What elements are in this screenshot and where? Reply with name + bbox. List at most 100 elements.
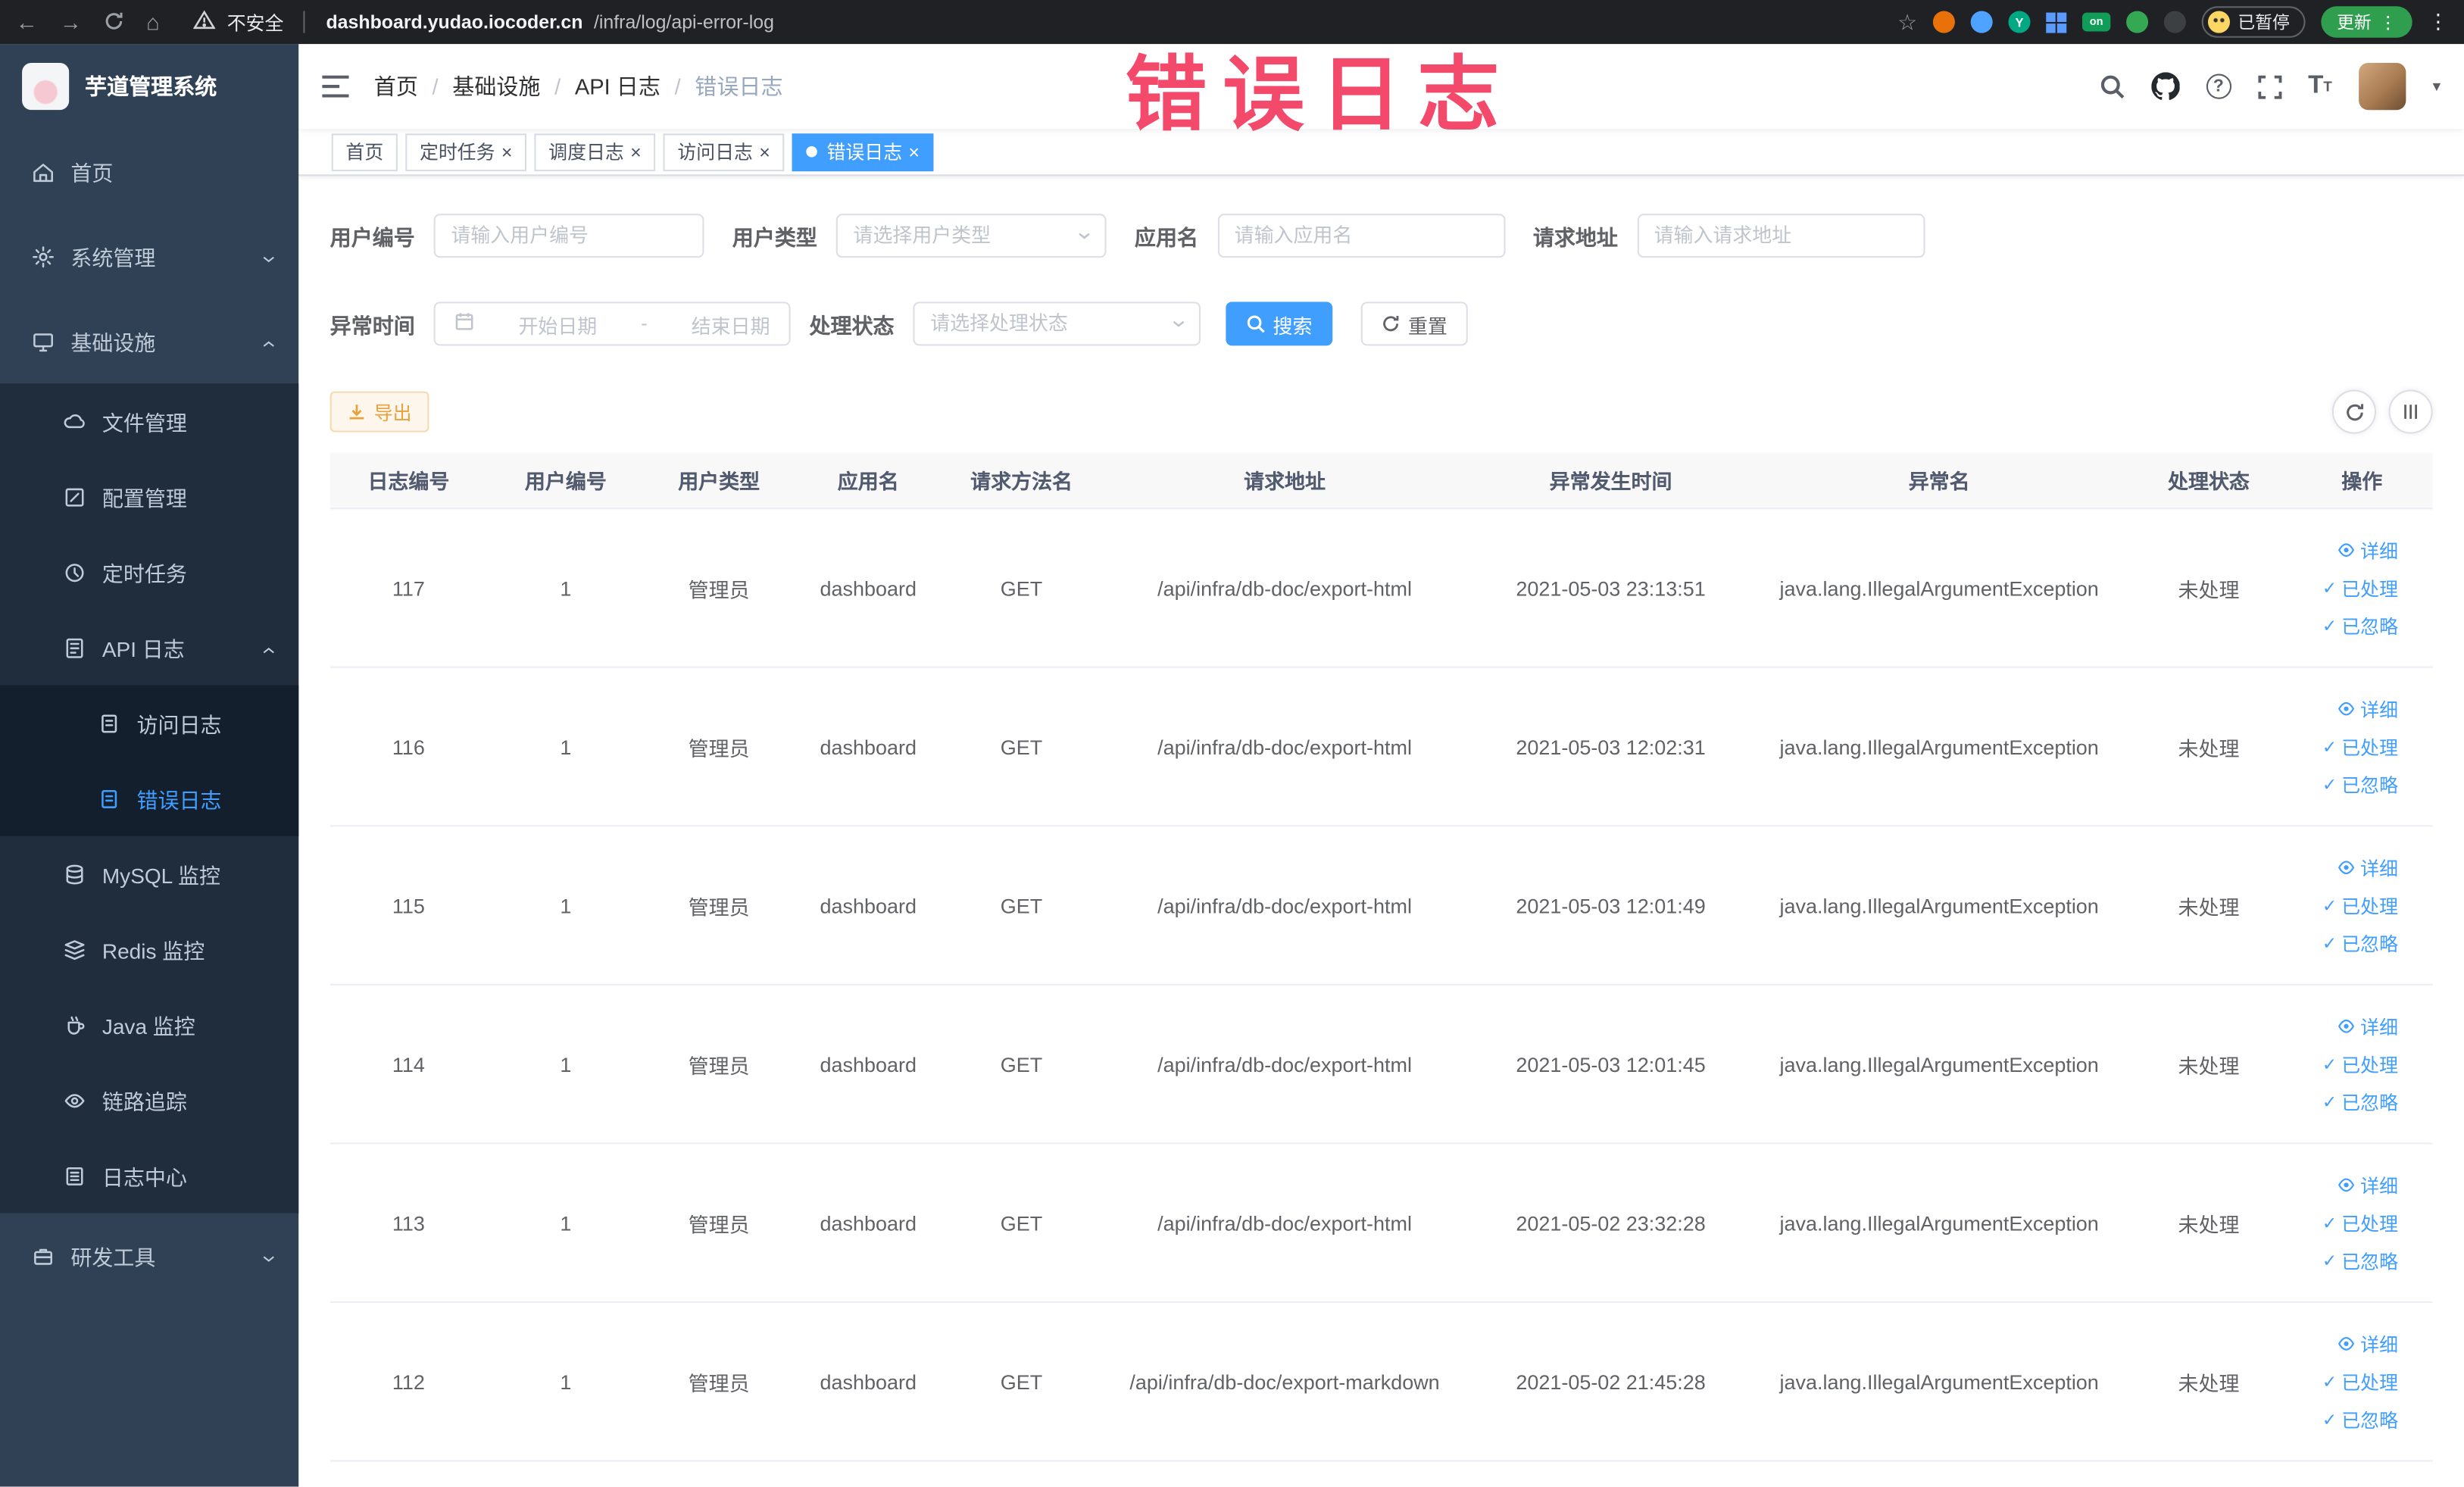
detail-link[interactable]: 详细 [2337, 854, 2398, 881]
check-icon: ✓ [2322, 1214, 2338, 1233]
search-icon[interactable] [2099, 74, 2124, 99]
tab-dispatch-log[interactable]: 调度日志 × [534, 133, 656, 171]
mark-processed-link[interactable]: ✓ 已处理 [2322, 1209, 2398, 1236]
extension-grid-icon[interactable] [2046, 11, 2067, 33]
browser-home-icon[interactable]: ⌂ [146, 11, 160, 33]
detail-link[interactable]: 详细 [2337, 1330, 2398, 1357]
mark-ignored-link[interactable]: ✓ 已忽略 [2322, 771, 2398, 798]
browser-back-icon[interactable]: ← [16, 11, 38, 33]
sidebar-item-home[interactable]: 首页 [0, 129, 298, 214]
browser-update-button[interactable]: 更新 ⋮ [2321, 6, 2412, 38]
check-icon: ✓ [2322, 1092, 2338, 1112]
cell-app-name: dashboard [820, 1211, 917, 1235]
close-icon[interactable]: × [501, 142, 513, 161]
app-name-input[interactable] [1216, 214, 1505, 258]
sidebar-item-access-log[interactable]: 访问日志 [0, 686, 298, 761]
extension-icon[interactable] [2126, 11, 2149, 33]
bookmark-star-icon[interactable]: ☆ [1897, 11, 1917, 33]
sidebar-item-dev-tools[interactable]: 研发工具 [0, 1214, 298, 1298]
mark-ignored-link[interactable]: ✓ 已忽略 [2322, 1406, 2398, 1432]
mark-processed-link[interactable]: ✓ 已处理 [2322, 733, 2398, 760]
mark-ignored-link[interactable]: ✓ 已忽略 [2322, 929, 2398, 956]
browser-reload-icon[interactable] [104, 10, 124, 33]
sidebar-item-config-management[interactable]: 配置管理 [0, 459, 298, 535]
cell-request-url: /api/infra/db-doc/export-markdown [1129, 1370, 1440, 1394]
detail-link[interactable]: 详细 [2337, 1172, 2398, 1198]
logo[interactable]: 芋道管理系统 [0, 44, 298, 129]
cell-log-id: 116 [392, 734, 425, 759]
sidebar-item-redis-monitor[interactable]: Redis 监控 [0, 911, 298, 987]
font-size-icon[interactable]: TT [2308, 72, 2332, 100]
cell-app-name: dashboard [820, 1370, 917, 1394]
browser-forward-icon[interactable]: → [60, 11, 82, 33]
sidebar-item-api-logs[interactable]: API 日志 [0, 610, 298, 686]
close-icon[interactable]: × [759, 142, 770, 161]
user-type-select[interactable] [835, 214, 1107, 258]
mark-processed-link[interactable]: ✓ 已处理 [2322, 1368, 2398, 1395]
request-url-input[interactable] [1636, 214, 1925, 258]
mark-processed-link[interactable]: ✓ 已处理 [2322, 892, 2398, 918]
breadcrumb-home[interactable]: 首页 [374, 70, 418, 102]
help-icon[interactable]: ? [2206, 73, 2231, 99]
browser-menu-icon[interactable]: ⋮ [2428, 9, 2448, 34]
sidebar-item-file-management[interactable]: 文件管理 [0, 383, 298, 459]
paused-badge[interactable]: 已暂停 [2201, 6, 2306, 38]
breadcrumb-api-logs[interactable]: API 日志 [575, 70, 661, 102]
user-id-input[interactable] [433, 214, 704, 258]
detail-link[interactable]: 详细 [2337, 695, 2398, 722]
mark-processed-link[interactable]: ✓ 已处理 [2322, 1051, 2398, 1077]
sidebar-toggle-icon[interactable] [322, 75, 349, 98]
close-icon[interactable]: × [630, 142, 642, 161]
sidebar-item-tracing[interactable]: 链路追踪 [0, 1062, 298, 1138]
mark-ignored-link[interactable]: ✓ 已忽略 [2322, 1089, 2398, 1115]
fullscreen-icon[interactable] [2257, 74, 2281, 98]
paused-label: 已暂停 [2238, 14, 2290, 33]
address-divider [304, 11, 306, 33]
cell-method: GET [1000, 734, 1043, 759]
extension-puzzle-icon[interactable] [2163, 11, 2186, 33]
avatar[interactable] [2359, 62, 2406, 111]
tab-error-log[interactable]: 错误日志 × [792, 133, 934, 171]
tab-access-log[interactable]: 访问日志 × [663, 133, 785, 171]
extension-on-icon[interactable]: on [2081, 12, 2111, 32]
breadcrumb-infrastructure[interactable]: 基础设施 [452, 70, 540, 102]
detail-link[interactable]: 详细 [2337, 1013, 2398, 1039]
cell-request-url: /api/infra/db-doc/export-html [1157, 893, 1412, 917]
process-status-select[interactable] [913, 301, 1201, 346]
process-status-select-input[interactable] [913, 301, 1201, 346]
sidebar-item-system-management[interactable]: 系统管理 [0, 214, 298, 298]
sidebar-item-infrastructure[interactable]: 基础设施 [0, 298, 298, 383]
refresh-button[interactable] [2331, 389, 2376, 434]
sidebar-item-error-log[interactable]: 错误日志 [0, 761, 298, 836]
layers-icon [63, 938, 86, 961]
detail-link[interactable]: 详细 [2337, 537, 2398, 564]
col-exception-time: 异常发生时间 [1549, 470, 1672, 494]
sidebar-item-java-monitor[interactable]: Java 监控 [0, 987, 298, 1063]
mark-ignored-link[interactable]: ✓ 已忽略 [2322, 612, 2398, 639]
close-icon[interactable]: × [908, 142, 920, 161]
security-label[interactable]: 不安全 [227, 8, 284, 35]
cell-app-name: dashboard [820, 1052, 917, 1076]
extension-icon[interactable] [1932, 11, 1955, 33]
sidebar-item-scheduled-tasks[interactable]: 定时任务 [0, 534, 298, 610]
search-button[interactable]: 搜索 [1226, 301, 1333, 346]
sidebar-item-log-center[interactable]: 日志中心 [0, 1138, 298, 1214]
reset-button[interactable]: 重置 [1360, 301, 1468, 346]
extension-icon[interactable] [1970, 11, 1993, 33]
github-icon[interactable] [2150, 72, 2179, 100]
tab-scheduled-tasks[interactable]: 定时任务 × [405, 133, 527, 171]
tab-home[interactable]: 首页 [331, 133, 398, 171]
mark-ignored-link[interactable]: ✓ 已忽略 [2322, 1247, 2398, 1273]
cell-log-id: 112 [392, 1370, 425, 1394]
caret-down-icon[interactable]: ▾ [2433, 78, 2441, 95]
sidebar-item-mysql-monitor[interactable]: MySQL 监控 [0, 836, 298, 912]
user-type-select-input[interactable] [835, 214, 1107, 258]
cell-method: GET [1000, 893, 1043, 917]
export-button[interactable]: 导出 [329, 391, 429, 433]
extension-icon[interactable]: Y [2008, 11, 2031, 33]
address-bar[interactable]: 不安全 dashboard.yudao.iocoder.cn/infra/log… [193, 8, 774, 35]
date-range-picker[interactable]: 开始日期 - 结束日期 [433, 301, 791, 346]
cell-status: 未处理 [2178, 577, 2240, 601]
column-settings-button[interactable] [2388, 389, 2433, 434]
mark-processed-link[interactable]: ✓ 已处理 [2322, 574, 2398, 601]
